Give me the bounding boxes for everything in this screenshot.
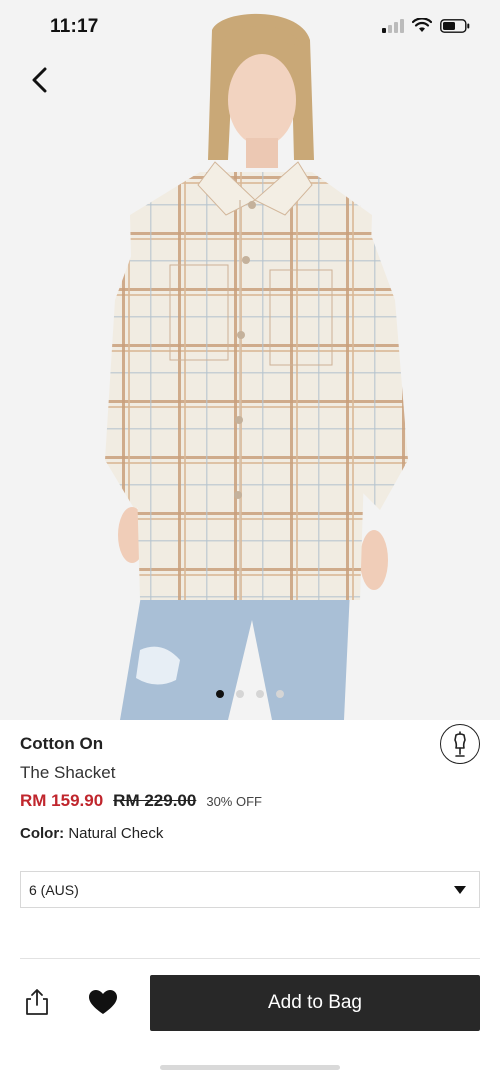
share-icon xyxy=(26,989,48,1015)
wishlist-button[interactable] xyxy=(85,985,121,1019)
carousel-pagination xyxy=(0,690,500,698)
sale-price: RM 159.90 xyxy=(20,791,104,810)
product-name: The Shacket xyxy=(20,763,116,782)
divider xyxy=(20,958,480,959)
product-image-gallery[interactable]: 11:17 xyxy=(0,0,500,720)
back-button[interactable] xyxy=(22,62,58,98)
color-value: Natural Check xyxy=(68,825,164,842)
size-select-value: 6 (AUS) xyxy=(29,881,79,898)
status-icons xyxy=(382,18,470,33)
mannequin-icon xyxy=(454,731,466,757)
carousel-dot[interactable] xyxy=(216,690,224,698)
product-photo xyxy=(105,13,408,720)
price-row: RM 159.90 RM 229.00 30% OFF xyxy=(20,791,262,811)
carousel-dot[interactable] xyxy=(256,690,264,698)
battery-icon xyxy=(440,18,470,33)
status-time: 11:17 xyxy=(50,16,99,37)
color-label: Color: xyxy=(20,825,65,842)
home-indicator xyxy=(160,1065,340,1070)
size-guide-button[interactable] xyxy=(440,724,480,764)
wifi-icon xyxy=(412,18,432,32)
add-to-bag-button[interactable]: Add to Bag xyxy=(150,975,480,1031)
status-bar: 11:17 xyxy=(0,0,500,58)
discount-label: 30% OFF xyxy=(206,794,262,809)
original-price: RM 229.00 xyxy=(113,791,197,810)
triangle-down-icon xyxy=(454,885,466,894)
heart-icon xyxy=(89,990,117,1014)
carousel-dot[interactable] xyxy=(236,690,244,698)
bottom-action-bar: Add to Bag xyxy=(0,975,500,1031)
product-brand[interactable]: Cotton On xyxy=(20,734,103,754)
carousel-dot[interactable] xyxy=(276,690,284,698)
cellular-signal-icon xyxy=(382,18,404,33)
color-row: Color: Natural Check xyxy=(20,825,163,842)
chevron-left-icon xyxy=(32,67,47,93)
share-button[interactable] xyxy=(20,985,54,1019)
size-select[interactable]: 6 (AUS) xyxy=(20,871,480,908)
